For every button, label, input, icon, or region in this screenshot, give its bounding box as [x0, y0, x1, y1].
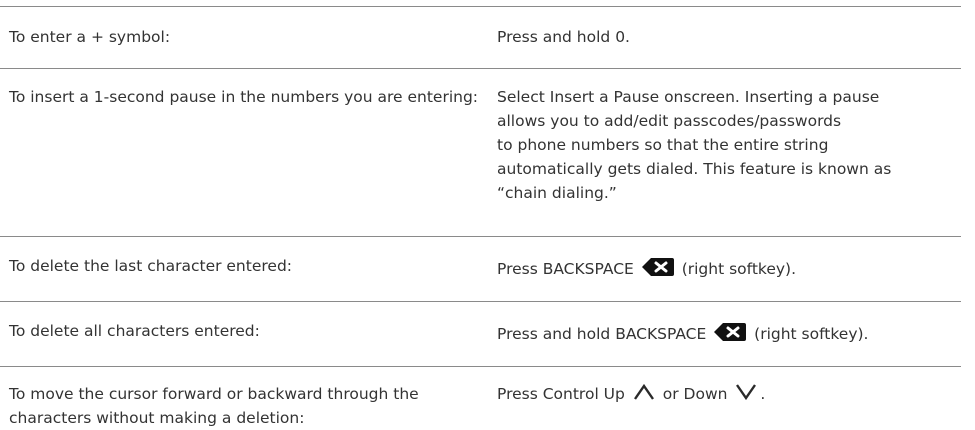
action-cell: To insert a 1-second pause in the number… [9, 88, 479, 106]
instruction-line: “chain dialing.” [497, 184, 617, 202]
chevron-down-icon [735, 383, 757, 408]
instruction-text: . [760, 385, 766, 403]
instruction-text: (right softkey). [681, 260, 797, 278]
table-row: To insert a 1-second pause in the number… [0, 68, 961, 236]
instruction-text: or Down [662, 385, 728, 403]
instruction-text: (right softkey). [754, 325, 869, 343]
instruction-text: Press Control Up [497, 385, 625, 403]
instruction-text: Press and hold BACKSPACE [497, 325, 707, 343]
instruction-text: Press BACKSPACE [497, 260, 634, 278]
instruction-cell: Press and hold 0. [497, 28, 630, 46]
instruction-cell: Press Control Up or Down . [497, 382, 959, 408]
table-row: To delete the last character entered: Pr… [0, 236, 961, 301]
instruction-line: Select Insert a Pause onscreen. Insertin… [497, 88, 880, 106]
instruction-cell: Press BACKSPACE (right softkey). [497, 257, 959, 284]
instruction-cell: Select Insert a Pause onscreen. Insertin… [497, 85, 959, 205]
instructions-table: To enter a + symbol: Press and hold 0. T… [0, 6, 961, 429]
instruction-cell: Press and hold BACKSPACE (right softkey)… [497, 322, 959, 349]
action-cell: To delete the last character entered: [9, 257, 293, 275]
table-row: To move the cursor forward or backward t… [0, 366, 961, 429]
action-cell: To move the cursor forward or backward t… [9, 385, 419, 427]
table-row: To delete all characters entered: Press … [0, 301, 961, 366]
table-row: To enter a + symbol: Press and hold 0. [0, 6, 961, 68]
backspace-icon [713, 322, 747, 349]
chevron-up-icon [633, 383, 655, 408]
instruction-line: allows you to add/edit passcodes/passwor… [497, 112, 842, 130]
backspace-icon [641, 257, 675, 284]
instruction-line: automatically gets dialed. This feature … [497, 160, 892, 178]
action-cell: To delete all characters entered: [9, 322, 260, 340]
action-cell: To enter a + symbol: [9, 28, 171, 46]
instruction-line: to phone numbers so that the entire stri… [497, 136, 829, 154]
